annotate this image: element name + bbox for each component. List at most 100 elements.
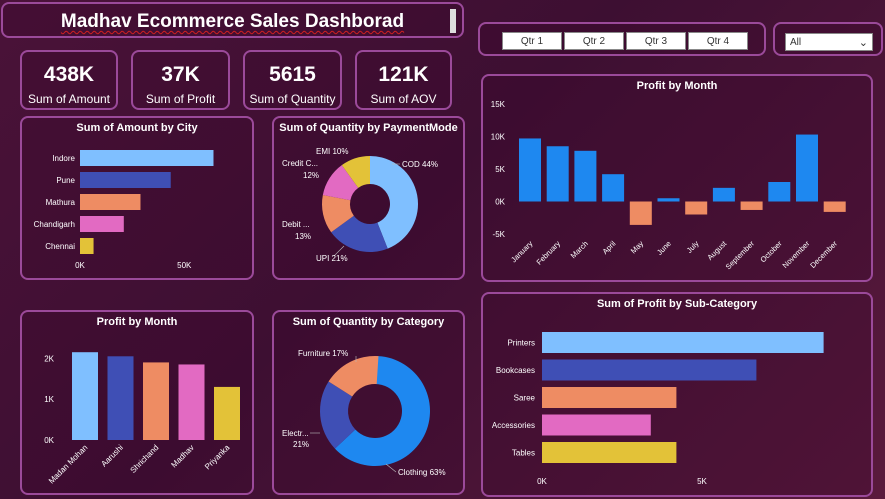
quarter-slicer: Qtr 1 Qtr 2 Qtr 3 Qtr 4 [478, 22, 766, 56]
category-donut-chart: Clothing 63% Electr... 21% Furniture 17% [282, 349, 446, 477]
bar [72, 352, 98, 440]
y-tick-label: 5K [495, 165, 505, 174]
leader-line [385, 463, 397, 473]
bar [80, 172, 171, 188]
bar [823, 201, 846, 212]
kpi-card-profit: 37K Sum of Profit [131, 50, 230, 110]
x-tick-label: October [758, 239, 784, 265]
bar [519, 138, 541, 202]
x-tick-label: February [535, 239, 563, 267]
month-bar-chart: 15K 10K 5K 0K -5KJanuary February March April Ma… [491, 100, 846, 271]
slice-label: Clothing 63% [398, 468, 446, 477]
y-tick-label: -5K [493, 230, 506, 239]
chevron-down-icon: ⌄ [858, 37, 868, 49]
kpi-value: 37K [161, 63, 200, 86]
category-label: Bookcases [496, 366, 535, 375]
y-tick-label: 2K [44, 354, 54, 363]
chart-quantity-by-category: Sum of Quantity by Category Clothing 63%… [272, 310, 465, 495]
qtr-1-button[interactable]: Qtr 1 [502, 32, 562, 50]
slice-label: Electr... [282, 429, 309, 438]
kpi-card-amount: 438K Sum of Amount [20, 50, 118, 110]
bar [80, 194, 141, 210]
slice-label: UPI 21% [316, 254, 348, 263]
x-tick-label: Priyanka [203, 443, 232, 472]
qtr-4-button[interactable]: Qtr 4 [688, 32, 748, 50]
y-tick-label: 15K [491, 100, 506, 109]
qtr-3-button[interactable]: Qtr 3 [626, 32, 686, 50]
kpi-label: Sum of Amount [27, 92, 111, 106]
category-label: Saree [514, 394, 536, 403]
bar [542, 442, 677, 463]
kpi-value: 438K [43, 63, 95, 86]
qtr-2-button[interactable]: Qtr 2 [564, 32, 624, 50]
bar [768, 182, 791, 202]
category-label: Chandigarh [34, 220, 75, 229]
x-tick-label: 5K [697, 477, 707, 486]
bar [80, 150, 214, 166]
category-label: Chennai [45, 242, 75, 251]
bar [178, 364, 205, 440]
filter-dropdown[interactable]: All ⌄ [785, 33, 873, 51]
bar [546, 146, 569, 202]
x-tick-label: 50K [177, 261, 192, 270]
category-label: Indore [52, 154, 75, 163]
kpi-card-quantity: 5615 Sum of Quantity [243, 50, 342, 110]
bar [80, 238, 94, 254]
bar [107, 356, 134, 440]
x-tick-label: August [705, 238, 729, 262]
chart-quantity-by-paymentmode: Sum of Quantity by PaymentMode COD 44% UP… [272, 116, 465, 280]
x-tick-label: July [685, 239, 701, 255]
x-tick-label: 0K [75, 261, 85, 270]
title-accent-bar [450, 9, 456, 33]
y-tick-label: 0K [495, 198, 505, 207]
kpi-label: Sum of Profit [145, 92, 216, 106]
x-tick-label: Shrichand [129, 443, 161, 475]
x-tick-label: Madhav [169, 443, 195, 469]
x-tick-label: Aarushi [99, 443, 125, 469]
kpi-card-aov: 121K Sum of AOV [355, 50, 452, 110]
city-bar-chart: Indore Pune Mathura Chandigarh Chennai 0K 50K [34, 150, 214, 270]
kpi-value: 121K [378, 63, 429, 86]
bar [542, 387, 677, 408]
title-panel: Madhav Ecommerce Sales Dashborad [1, 2, 464, 38]
kpi-label: Sum of Quantity [249, 92, 336, 106]
bar [629, 201, 652, 225]
slice-label: Furniture 17% [298, 349, 348, 358]
y-tick-label: 1K [44, 395, 54, 404]
bar [214, 386, 240, 440]
x-tick-label: April [601, 239, 618, 256]
x-tick-label: January [509, 239, 534, 264]
chart-profit-by-subcategory: Sum of Profit by Sub-Category Printers Bo… [481, 292, 873, 497]
kpi-label: Sum of AOV [370, 92, 437, 106]
bar [542, 414, 651, 436]
bar [685, 201, 708, 215]
bar [712, 187, 735, 202]
page-title: Madhav Ecommerce Sales Dashborad [60, 11, 405, 32]
slice-label: Credit C... [282, 159, 318, 168]
x-tick-label: June [655, 239, 673, 257]
kpi-value: 5615 [269, 63, 316, 86]
slice-label: 21% [293, 440, 309, 449]
x-tick-label: May [629, 239, 646, 256]
bar [143, 362, 169, 440]
bar [740, 201, 763, 210]
bar [574, 150, 597, 202]
bar [602, 174, 625, 202]
slice-label: 12% [303, 171, 319, 180]
chart-amount-by-city: Sum of Amount by City Indore Pune Mathura C… [20, 116, 254, 280]
x-tick-label: December [808, 239, 839, 270]
y-tick-label: 0K [44, 436, 54, 445]
bar [542, 359, 757, 381]
category-label: Tables [512, 449, 535, 458]
chart-profit-by-month: Profit by Month 15K 10K 5K 0K -5K January Febr… [481, 74, 873, 282]
category-label: Pune [56, 176, 75, 185]
x-tick-label: March [569, 239, 590, 260]
slice-label: 13% [295, 232, 311, 241]
category-label: Mathura [46, 198, 76, 207]
bar [80, 216, 124, 232]
category-label: Accessories [492, 421, 535, 430]
x-tick-label: 0K [537, 477, 547, 486]
filter-panel: All ⌄ [773, 22, 883, 56]
bar [796, 134, 818, 202]
category-label: Printers [507, 339, 535, 348]
